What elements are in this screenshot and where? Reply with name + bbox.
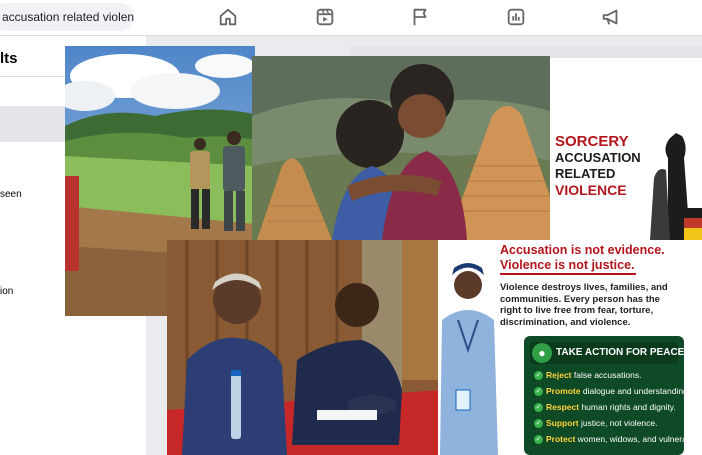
poster-headline-1: Accusation is not evidence. [500, 243, 665, 257]
poster-body-text: Violence destroys lives, families, and c… [500, 282, 668, 328]
action-item: ✓Protect women, widows, and vulnerable p… [534, 434, 702, 445]
illustration-girls-hugging[interactable] [252, 56, 550, 240]
poster-title: SORCERY ACCUSATION RELATED VIOLENCE [555, 133, 641, 199]
headline-underline [500, 273, 636, 275]
action-item: ✓ Promote dialogue and understanding. [534, 386, 691, 397]
panel-title: lts [0, 50, 18, 67]
action-item: ✓ Support justice, not violence. [534, 418, 658, 429]
action-box: ● TAKE ACTION FOR PEACE ✓ Reject false ac… [524, 336, 702, 455]
action-box-header: ● TAKE ACTION FOR PEACE [530, 342, 684, 364]
search-input[interactable]: accusation related violence [0, 3, 134, 31]
check-icon: ✓ [534, 387, 543, 397]
check-icon: ✓ [534, 435, 543, 445]
poster-sorcery-violence[interactable]: SORCERY ACCUSATION RELATED VIOLENCE [550, 58, 702, 240]
marketplace-icon[interactable] [505, 6, 527, 28]
home-icon[interactable] [217, 6, 239, 28]
check-icon: ✓ [534, 403, 543, 413]
filter-item-label[interactable]: ion [0, 286, 13, 297]
action-item: ✓ Reject false accusations. [534, 370, 642, 381]
check-icon: ✓ [534, 371, 543, 381]
photo-police-meeting[interactable] [167, 240, 440, 455]
filter-item-label[interactable]: seen [0, 189, 22, 200]
action-item: ✓ Respect human rights and dignity. [534, 402, 676, 413]
video-icon[interactable] [314, 6, 336, 28]
megaphone-icon[interactable] [600, 6, 622, 28]
top-navigation-bar: accusation related violence [0, 0, 702, 36]
people-icon: ● [532, 343, 552, 363]
check-icon: ✓ [534, 419, 543, 429]
flag-icon[interactable] [409, 6, 431, 28]
poster-take-action[interactable]: Accusation is not evidence. Violence is … [438, 240, 702, 455]
poster-headline-2: Violence is not justice. [500, 258, 635, 272]
